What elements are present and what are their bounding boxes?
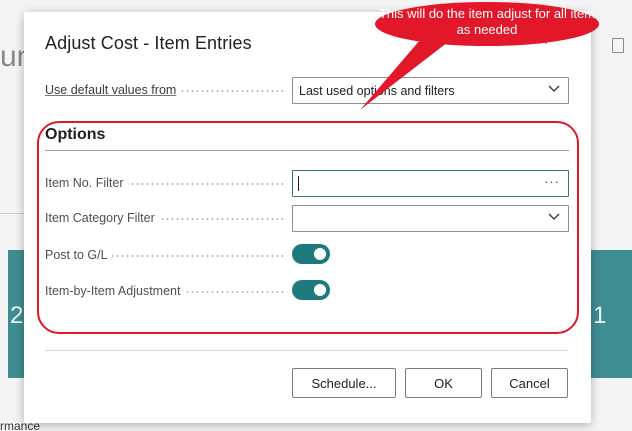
item-by-item-row: Item-by-Item Adjustment xyxy=(45,278,568,306)
schedule-button[interactable]: Schedule... xyxy=(292,368,396,398)
default-values-select[interactable]: Last used options and filters xyxy=(292,77,569,104)
lookup-ellipsis-icon[interactable]: ··· xyxy=(544,174,560,189)
item-no-filter-label: Item No. Filter xyxy=(45,176,128,190)
background-tile-right: 1 xyxy=(591,250,632,378)
post-to-gl-label: Post to G/L xyxy=(45,248,112,262)
footer-divider xyxy=(45,350,568,351)
item-category-filter-select[interactable] xyxy=(292,205,569,232)
options-section-divider xyxy=(45,150,569,151)
post-to-gl-row: Post to G/L xyxy=(45,242,568,270)
item-no-filter-input[interactable]: ··· xyxy=(292,170,569,197)
background-tile-left-value: 2 xyxy=(10,302,24,329)
annotation-callout-text: This will do the item adjust for all ite… xyxy=(378,6,596,37)
default-values-link[interactable]: Use default values from xyxy=(45,83,181,97)
item-by-item-label: Item-by-Item Adjustment xyxy=(45,284,185,298)
toggle-knob xyxy=(314,248,326,260)
text-caret xyxy=(298,176,299,191)
cancel-button[interactable]: Cancel xyxy=(491,368,568,398)
default-values-value: Last used options and filters xyxy=(299,84,455,98)
adjust-cost-dialog: Adjust Cost - Item Entries ? ✕ Use defau… xyxy=(24,12,591,423)
item-no-filter-row: Item No. Filter ··· xyxy=(45,170,569,198)
post-to-gl-toggle[interactable] xyxy=(292,244,330,264)
item-by-item-toggle[interactable] xyxy=(292,280,330,300)
document-icon xyxy=(612,38,624,53)
item-category-filter-row: Item Category Filter xyxy=(45,205,569,233)
background-divider xyxy=(0,213,24,214)
ok-button[interactable]: OK xyxy=(405,368,482,398)
background-tile-right-value: 1 xyxy=(593,302,607,329)
item-category-filter-label: Item Category Filter xyxy=(45,211,159,225)
default-values-row: Use default values from Last used option… xyxy=(45,77,569,105)
chevron-down-icon xyxy=(548,213,560,220)
chevron-down-icon xyxy=(548,85,560,92)
toggle-knob xyxy=(314,284,326,296)
options-section-title: Options xyxy=(45,126,106,143)
dialog-title: Adjust Cost - Item Entries xyxy=(45,33,252,53)
